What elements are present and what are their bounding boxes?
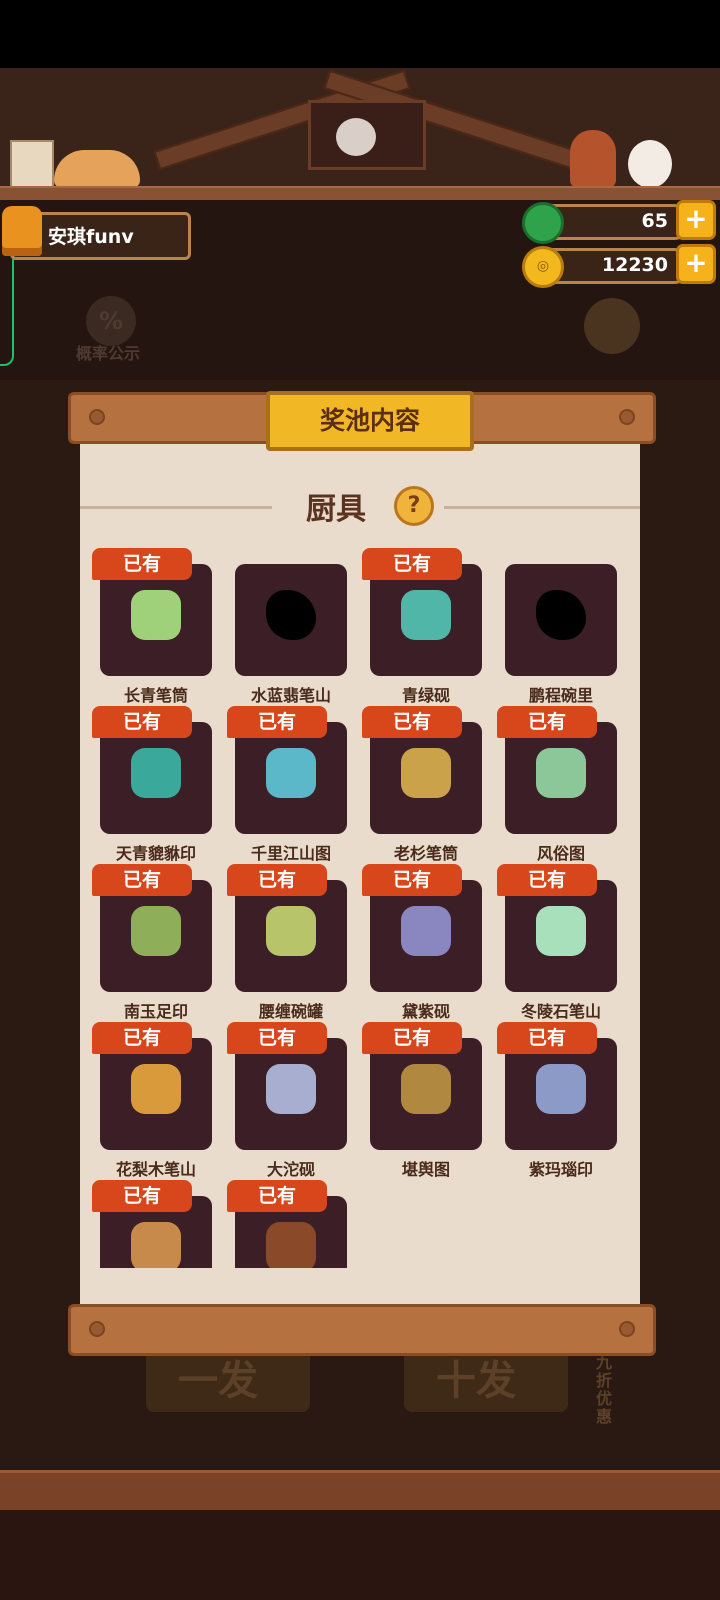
item-tile[interactable] bbox=[370, 564, 482, 676]
owned-badge: 已有 bbox=[92, 864, 192, 896]
probability-label[interactable]: 概率公示 bbox=[76, 340, 140, 364]
item-name: 花梨木笔山 bbox=[115, 1160, 196, 1179]
item-icon bbox=[131, 906, 181, 956]
item-icon bbox=[401, 748, 451, 798]
locked-item-silhouette-icon bbox=[536, 590, 586, 640]
panel-clip bbox=[80, 1268, 640, 1304]
status-bar-area bbox=[0, 0, 720, 68]
category-title: 厨具 bbox=[306, 492, 366, 527]
item-tile[interactable] bbox=[100, 880, 212, 992]
owned-badge: 已有 bbox=[227, 1180, 327, 1212]
item-tile[interactable] bbox=[100, 1038, 212, 1150]
item-name: 堪舆图 bbox=[401, 1160, 450, 1179]
owned-badge: 已有 bbox=[227, 1022, 327, 1054]
item-tile[interactable] bbox=[235, 880, 347, 992]
item-icon bbox=[536, 906, 586, 956]
owned-badge: 已有 bbox=[227, 706, 327, 738]
item-tile[interactable] bbox=[370, 1038, 482, 1150]
add-coins-button[interactable]: + bbox=[676, 244, 716, 284]
help-icon[interactable]: ? bbox=[394, 486, 434, 526]
floor-shadow bbox=[0, 1510, 720, 1600]
item-icon bbox=[131, 590, 181, 640]
item-tile[interactable] bbox=[505, 564, 617, 676]
owned-badge: 已有 bbox=[362, 548, 462, 580]
notebook-decoration bbox=[10, 140, 54, 190]
gem-count: 65 bbox=[641, 210, 668, 232]
item-tile[interactable] bbox=[370, 722, 482, 834]
item-name: 青绿砚 bbox=[401, 686, 450, 705]
add-gems-button[interactable]: + bbox=[676, 200, 716, 240]
item-tile[interactable] bbox=[370, 880, 482, 992]
single-draw-label: 一发 bbox=[178, 1358, 258, 1404]
item-icon bbox=[131, 1222, 181, 1272]
item-icon bbox=[401, 906, 451, 956]
owned-badge: 已有 bbox=[92, 548, 192, 580]
item-name: 水蓝翡笔山 bbox=[250, 686, 331, 705]
item-name: 黛紫砚 bbox=[401, 1002, 450, 1021]
raccoon-mascot bbox=[336, 118, 376, 156]
girl-mascot bbox=[570, 130, 616, 188]
item-name: 冬陵石笔山 bbox=[520, 1002, 601, 1021]
panel-title: 奖池内容 bbox=[266, 391, 474, 451]
item-icon bbox=[266, 748, 316, 798]
item-tile[interactable] bbox=[100, 722, 212, 834]
item-icon bbox=[401, 1064, 451, 1114]
discount-tag: 九折优惠 bbox=[596, 1353, 613, 1426]
item-icon bbox=[536, 1064, 586, 1114]
item-name: 天青貔貅印 bbox=[115, 844, 196, 863]
item-icon bbox=[131, 1064, 181, 1114]
item-name: 千里江山图 bbox=[250, 844, 331, 863]
item-tile[interactable] bbox=[100, 564, 212, 676]
probability-gear-icon[interactable]: % bbox=[86, 296, 136, 346]
owned-badge: 已有 bbox=[497, 1022, 597, 1054]
item-tile[interactable] bbox=[235, 722, 347, 834]
item-name: 大沱砚 bbox=[266, 1160, 315, 1179]
item-tile[interactable] bbox=[505, 880, 617, 992]
item-icon bbox=[266, 1064, 316, 1114]
item-name: 风俗图 bbox=[536, 844, 585, 863]
item-icon bbox=[131, 748, 181, 798]
owned-badge: 已有 bbox=[227, 864, 327, 896]
owned-badge: 已有 bbox=[497, 864, 597, 896]
item-icon bbox=[266, 906, 316, 956]
scroll-bottom-rod bbox=[68, 1304, 656, 1356]
owned-badge: 已有 bbox=[362, 864, 462, 896]
item-name: 老杉笔筒 bbox=[393, 844, 458, 863]
owned-badge: 已有 bbox=[497, 706, 597, 738]
item-icon bbox=[536, 748, 586, 798]
item-name: 长青笔筒 bbox=[123, 686, 188, 705]
faded-round-button bbox=[584, 298, 640, 354]
item-icon bbox=[266, 1222, 316, 1272]
item-icon bbox=[401, 590, 451, 640]
owned-badge: 已有 bbox=[362, 706, 462, 738]
owned-badge: 已有 bbox=[92, 706, 192, 738]
floor bbox=[0, 1470, 720, 1513]
owned-badge: 已有 bbox=[362, 1022, 462, 1054]
player-avatar-icon[interactable] bbox=[2, 206, 42, 256]
item-name: 紫玛瑙印 bbox=[528, 1160, 593, 1179]
owned-badge: 已有 bbox=[92, 1180, 192, 1212]
coin-count: 12230 bbox=[601, 254, 668, 276]
locked-item-silhouette-icon bbox=[266, 590, 316, 640]
item-name: 腰缠碗罐 bbox=[258, 1002, 323, 1021]
item-tile[interactable] bbox=[235, 564, 347, 676]
item-tile[interactable] bbox=[235, 1038, 347, 1150]
cat-mascot bbox=[54, 150, 140, 188]
item-tile[interactable] bbox=[505, 722, 617, 834]
item-tile[interactable] bbox=[505, 1038, 617, 1150]
item-name: 鹏程碗里 bbox=[528, 686, 593, 705]
player-name: 安琪funv bbox=[48, 226, 134, 248]
white-cat-mascot bbox=[628, 140, 672, 188]
owned-badge: 已有 bbox=[92, 1022, 192, 1054]
item-name: 南玉足印 bbox=[123, 1002, 188, 1021]
ten-draw-label: 十发 bbox=[436, 1358, 516, 1404]
